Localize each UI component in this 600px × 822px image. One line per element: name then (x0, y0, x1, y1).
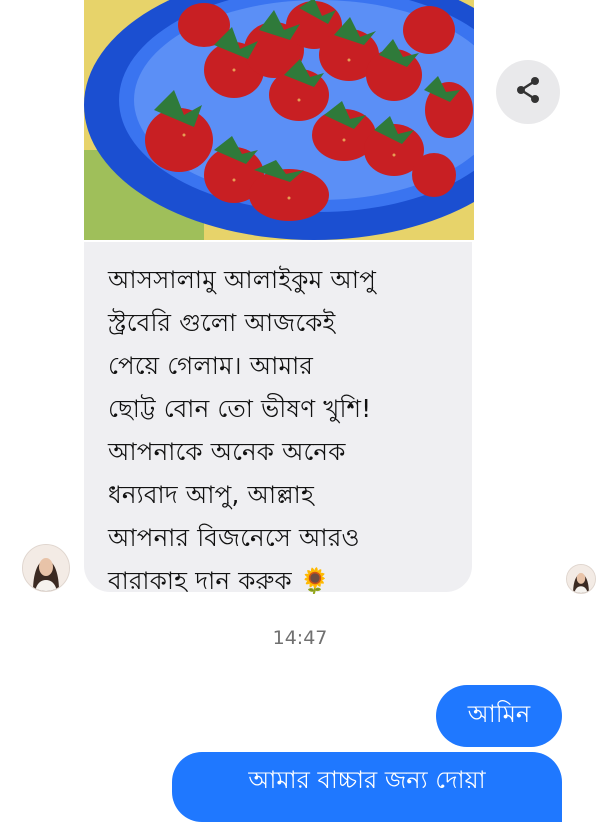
strawberries-photo[interactable] (84, 0, 474, 240)
outgoing-message-bubble[interactable]: আমার বাচ্চার জন্য দোয়া (172, 752, 562, 822)
message-timestamp: 14:47 (272, 627, 328, 649)
read-receipt-avatar (566, 564, 596, 594)
share-icon (513, 75, 543, 109)
incoming-message-bubble[interactable]: আসসালামু আলাইকুম আপু স্ট্রবেরি গুলো আজকে… (84, 242, 472, 595)
contact-avatar[interactable] (22, 544, 70, 592)
outgoing-message-text: আমার বাচ্চার জন্য দোয়া (248, 766, 486, 794)
incoming-message-text: আসসালামু আলাইকুম আপু স্ট্রবেরি গুলো আজকে… (108, 265, 377, 595)
outgoing-message-text: আমিন (467, 700, 531, 728)
share-button[interactable] (496, 60, 560, 124)
outgoing-message-bubble[interactable]: আমিন (436, 685, 562, 747)
